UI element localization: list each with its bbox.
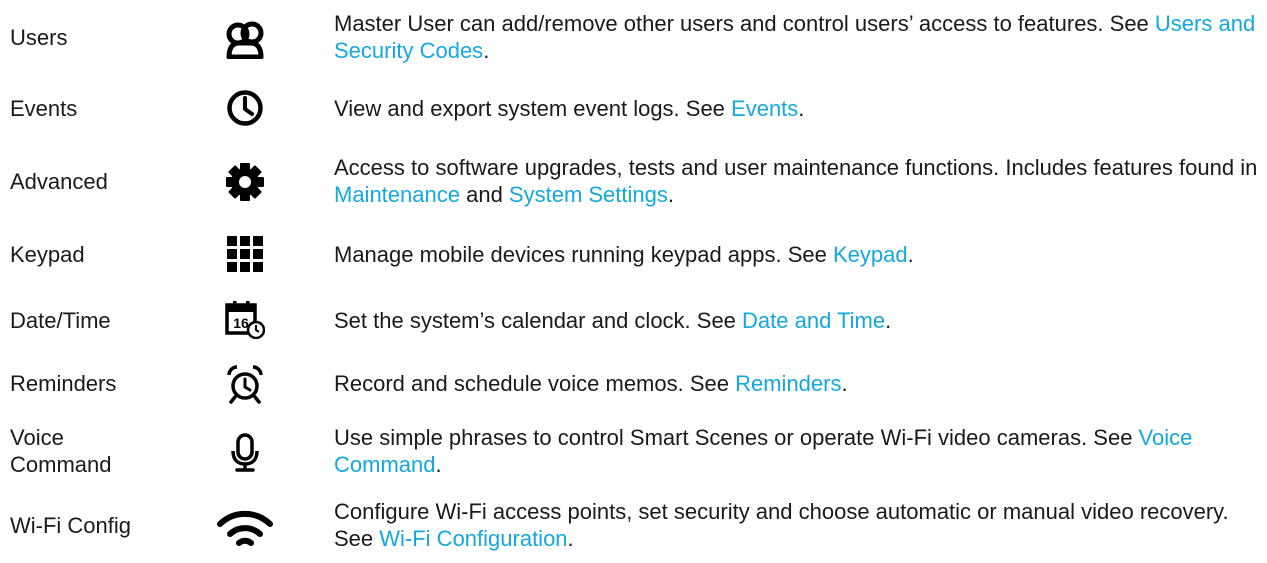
alarm-clock-icon <box>223 362 267 406</box>
description-text: . <box>435 452 442 477</box>
link-wifi-configuration[interactable]: Wi-Fi Configuration <box>379 526 567 551</box>
feature-name: Voice Command <box>10 425 112 477</box>
link-keypad[interactable]: Keypad <box>833 242 908 267</box>
link-events[interactable]: Events <box>731 96 798 121</box>
feature-description: Configure Wi-Fi access points, set secur… <box>334 498 1259 552</box>
wifi-icon <box>215 508 275 552</box>
feature-description: Access to software upgrades, tests and u… <box>334 154 1259 208</box>
description-text: . <box>841 371 848 396</box>
description-text: Use simple phrases to control Smart Scen… <box>334 425 1139 450</box>
description-text: View and export system event logs. See <box>334 96 732 121</box>
feature-name: Date/Time <box>10 308 111 333</box>
feature-name: Wi-Fi Config <box>10 513 132 538</box>
feature-description: Use simple phrases to control Smart Scen… <box>334 424 1259 478</box>
feature-name: Advanced <box>10 169 108 194</box>
link-date-and-time[interactable]: Date and Time <box>742 308 885 333</box>
description-text: Master User can add/remove other users a… <box>334 11 1155 36</box>
clock-icon <box>223 86 267 130</box>
description-text: . <box>667 182 674 207</box>
table-row: Reminders Record and schedule voice memo… <box>0 365 1267 404</box>
table-row: Users Master User can add/remove other u… <box>0 10 1267 70</box>
description-text: and <box>459 182 509 207</box>
table-row: Date/Time 16 Set the system’s calendar a… <box>0 301 1267 339</box>
microphone-icon <box>223 431 267 475</box>
feature-description: View and export system event logs. See E… <box>334 95 1259 122</box>
feature-name: Users <box>10 25 68 50</box>
description-text: Set the system’s calendar and clock. See <box>334 308 743 333</box>
table-row: Voice Command Use simple phrases to cont… <box>0 424 1267 484</box>
keypad-grid-icon <box>223 232 267 276</box>
calendar-clock-icon: 16 <box>223 297 267 341</box>
gear-icon <box>223 160 267 204</box>
link-system-settings[interactable]: System Settings <box>509 182 668 207</box>
calendar-day-text: 16 <box>233 315 249 331</box>
link-maintenance[interactable]: Maintenance <box>334 182 460 207</box>
feature-name: Reminders <box>10 371 117 396</box>
feature-description: Record and schedule voice memos. See Rem… <box>334 370 1259 397</box>
table-row: Events View and export system event logs… <box>0 90 1267 126</box>
table-row: Advanced Access to software upgrades, te… <box>0 154 1267 214</box>
description-text: . <box>885 308 892 333</box>
feature-name: Events <box>10 96 78 121</box>
description-text: Record and schedule voice memos. See <box>334 371 736 396</box>
description-text: . <box>907 242 914 267</box>
feature-description: Set the system’s calendar and clock. See… <box>334 307 1259 334</box>
features-table: Users Master User can add/remove other u… <box>0 0 1267 563</box>
description-text: . <box>567 526 574 551</box>
description-text: Manage mobile devices running keypad app… <box>334 242 833 267</box>
feature-description: Master User can add/remove other users a… <box>334 10 1259 64</box>
table-row: Keypad Manage mobile devices running key… <box>0 236 1267 272</box>
feature-name: Keypad <box>10 242 85 267</box>
link-reminders[interactable]: Reminders <box>735 371 841 396</box>
description-text: Access to software upgrades, tests and u… <box>334 155 1258 180</box>
description-text: . <box>483 38 490 63</box>
users-icon <box>223 18 267 62</box>
feature-description: Manage mobile devices running keypad app… <box>334 241 1259 268</box>
description-text: . <box>798 96 805 121</box>
table-row: Wi-Fi Config Configure Wi-Fi access poin… <box>0 498 1267 558</box>
